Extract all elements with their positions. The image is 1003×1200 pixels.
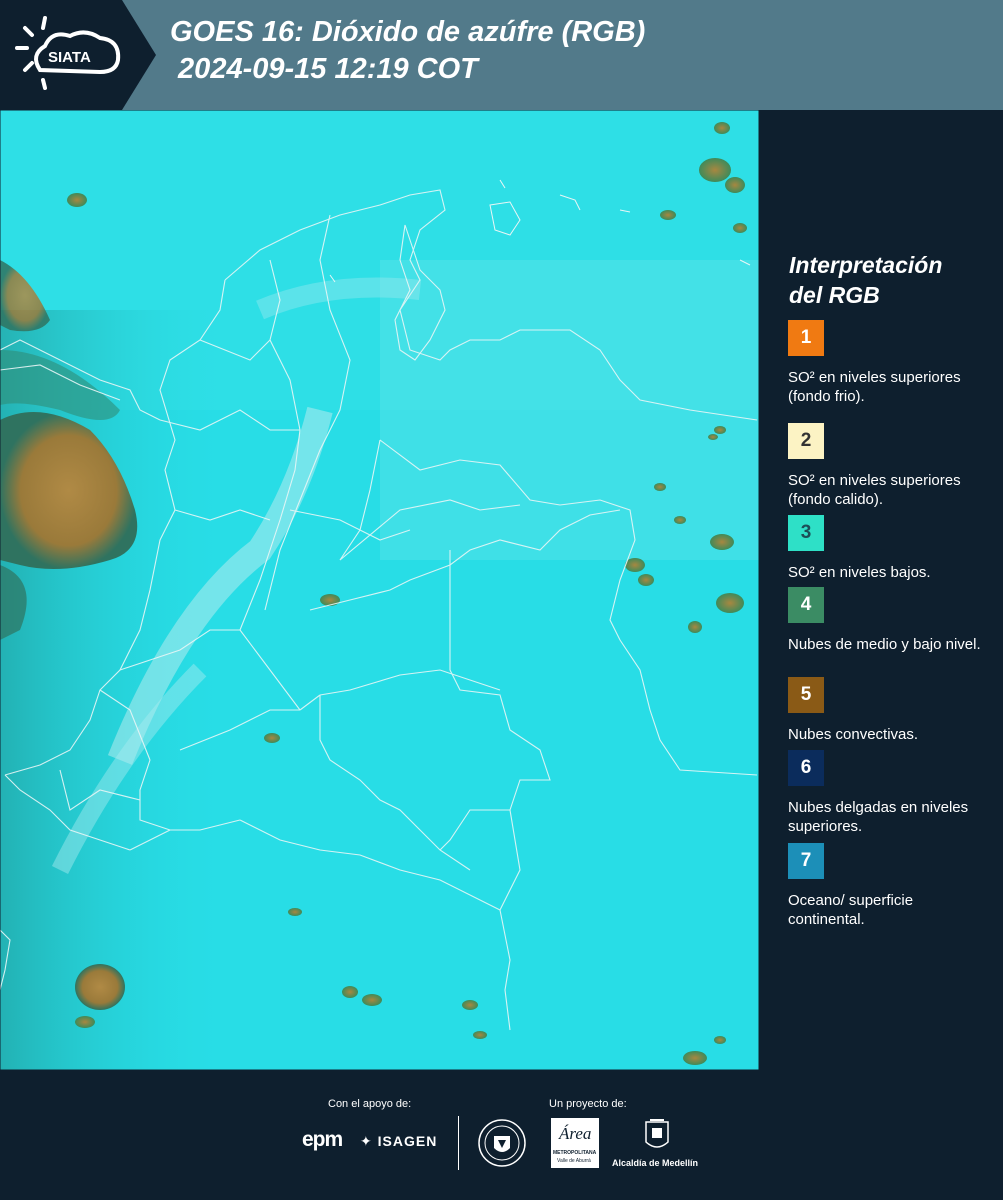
isagen-logo-text: ISAGEN (377, 1133, 438, 1149)
title-line-1: GOES 16: Dióxido de azúfre (RGB) (170, 16, 646, 48)
legend-swatch: 5 (788, 677, 824, 713)
alcaldia-label: Alcaldía de Medellín (612, 1158, 699, 1168)
legend-item: 6 Nubes delgadas en niveles superiores. (788, 750, 993, 836)
legend-swatch: 2 (788, 423, 824, 459)
legend-label: SO² en niveles superiores (fondo frio). (788, 369, 961, 405)
siata-logo: SIATA (0, 0, 158, 110)
legend-swatch: 3 (788, 515, 824, 551)
page-title: GOES 16: Dióxido de azúfre (RGB) 2024-09… (170, 14, 645, 88)
legend-label: Nubes convectivas. (788, 726, 919, 743)
medellin-seal-icon (478, 1119, 526, 1167)
epm-logo-text: epm (302, 1128, 343, 1151)
legend-label: Oceano/ superficie continental. (788, 892, 914, 928)
legend-item: 3 SO² en niveles bajos. (788, 515, 993, 582)
legend-item: 7 Oceano/ superficie continental. (788, 843, 993, 929)
legend-label: SO² en niveles superiores (fondo calido)… (788, 472, 961, 508)
footer: Con el apoyo de: Un proyecto de: epm ✦ I… (0, 1070, 1003, 1200)
legend-title-line-2: del RGB (789, 282, 880, 308)
legend-label: SO² en niveles bajos. (788, 564, 931, 581)
support-label: Con el apoyo de: (328, 1098, 412, 1110)
legend-item: 4 Nubes de medio y bajo nivel. (788, 587, 993, 654)
legend-swatch: 4 (788, 587, 824, 623)
legend-title: Interpretación del RGB (789, 250, 942, 310)
area-logo-text: Área (559, 1124, 592, 1143)
legend-swatch: 7 (788, 843, 824, 879)
area-logo-subtext-2: Valle de Aburrá (557, 1158, 591, 1164)
satellite-map (0, 110, 759, 1070)
area-logo-subtext: METROPOLITANA (553, 1150, 597, 1156)
project-label: Un proyecto de: (549, 1098, 627, 1110)
header: SIATA GOES 16: Dióxido de azúfre (RGB) 2… (0, 0, 1003, 110)
legend-item: 5 Nubes convectivas. (788, 677, 993, 744)
epm-logo: epm (302, 1128, 343, 1152)
legend-panel: Interpretación del RGB 1 SO² en niveles s… (759, 110, 1003, 1070)
alcaldia-crest-icon (645, 1119, 669, 1148)
logo-text: SIATA (48, 49, 91, 66)
legend-item: 2 SO² en niveles superiores (fondo calido… (788, 423, 993, 509)
legend-label: Nubes de medio y bajo nivel. (788, 636, 981, 653)
legend-item: 1 SO² en niveles superiores (fondo frio). (788, 320, 993, 406)
isagen-star-icon: ✦ (360, 1133, 373, 1149)
footer-divider (458, 1116, 459, 1170)
title-line-2: 2024-09-15 12:19 COT (170, 53, 478, 85)
legend-label: Nubes delgadas en niveles superiores. (788, 799, 969, 835)
legend-swatch: 6 (788, 750, 824, 786)
legend-swatch: 1 (788, 320, 824, 356)
legend-title-line-1: Interpretación (789, 252, 943, 278)
isagen-logo: ✦ ISAGEN (360, 1133, 437, 1150)
area-metropolitana-logo: Área METROPOLITANA Valle de Aburrá (551, 1118, 599, 1168)
